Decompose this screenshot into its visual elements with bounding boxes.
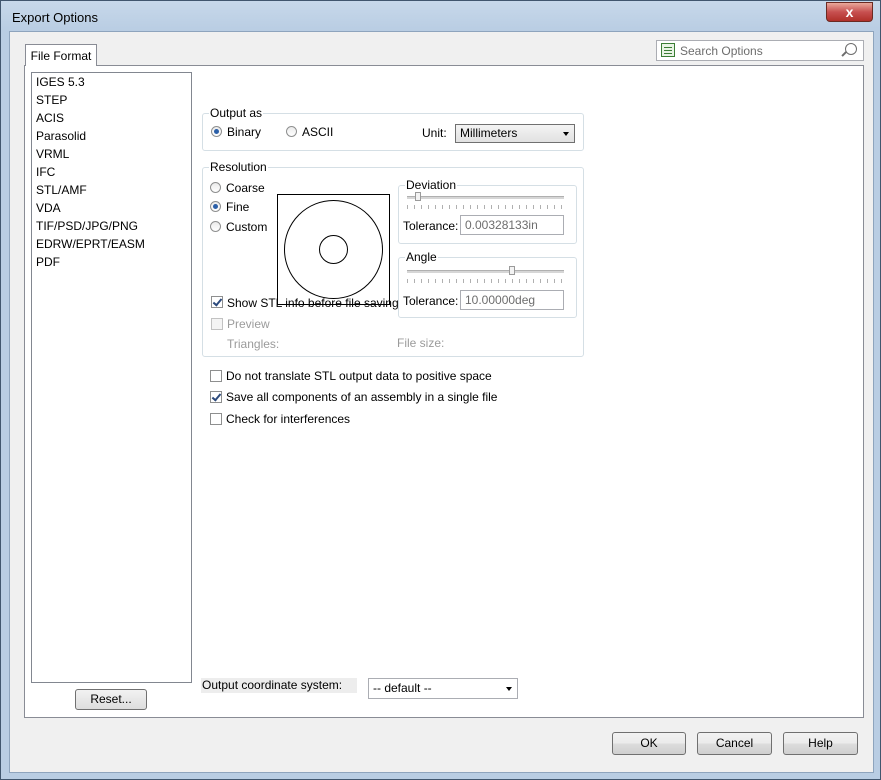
title-bar[interactable]: Export Options x [1,1,880,31]
deviation-slider-track[interactable] [407,196,564,199]
format-item-acis[interactable]: ACIS [32,109,191,127]
dialog-client-area: File Format Search Options IGES 5.3 STEP… [9,31,874,773]
angle-legend: Angle [405,250,438,264]
custom-radio[interactable] [210,221,221,232]
preview-label: Preview [227,317,270,331]
no-translate-label: Do not translate STL output data to posi… [226,369,492,383]
close-button[interactable]: x [826,2,873,22]
tab-file-format[interactable]: File Format [25,44,97,66]
show-stl-info-label: Show STL info before file saving [227,296,399,310]
format-item-iges[interactable]: IGES 5.3 [32,73,191,91]
search-input[interactable]: Search Options [680,44,763,58]
file-format-panel: IGES 5.3 STEP ACIS Parasolid VRML IFC ST… [24,65,864,718]
ascii-radio[interactable] [286,126,297,137]
unit-value: Millimeters [460,126,518,140]
binary-label: Binary [227,125,262,139]
preview-checkbox[interactable] [211,318,223,330]
unit-select[interactable]: Millimeters [455,124,575,143]
chevron-down-icon [506,687,512,691]
check-interferences-label: Check for interferences [226,412,351,426]
ascii-label: ASCII [302,125,334,139]
deviation-tolerance-input[interactable]: 0.00328133in [460,215,564,235]
fine-radio[interactable] [210,201,221,212]
help-button[interactable]: Help [783,732,858,755]
coarse-radio[interactable] [210,182,221,193]
output-as-group: Output as Binary ASCII Unit: Millimeters [202,107,584,151]
format-item-stl-amf[interactable]: STL/AMF [32,181,191,199]
export-options-window: Export Options x File Format Search Opti… [0,0,881,780]
angle-slider-ticks [407,279,564,283]
format-item-image[interactable]: TIF/PSD/JPG/PNG [32,217,191,235]
preview-circles [284,200,383,299]
reset-button[interactable]: Reset... [75,689,147,710]
deviation-slider-thumb[interactable] [415,192,421,201]
close-icon: x [845,4,854,20]
triangles-label: Triangles: [227,337,280,351]
angle-slider-thumb[interactable] [509,266,515,275]
ok-button[interactable]: OK [612,732,686,755]
binary-radio[interactable] [211,126,222,137]
file-size-label: File size: [397,336,445,350]
chevron-down-icon [563,132,569,136]
window-title: Export Options [12,10,98,25]
coarse-label: Coarse [226,181,265,195]
format-item-vrml[interactable]: VRML [32,145,191,163]
format-item-edrw[interactable]: EDRW/EPRT/EASM [32,235,191,253]
format-item-ifc[interactable]: IFC [32,163,191,181]
search-options[interactable]: Search Options [656,40,864,61]
format-item-step[interactable]: STEP [32,91,191,109]
check-interferences-checkbox[interactable] [210,413,222,425]
save-all-components-checkbox[interactable] [210,391,222,403]
deviation-legend: Deviation [405,178,458,192]
show-stl-info-checkbox[interactable] [211,296,223,308]
format-item-parasolid[interactable]: Parasolid [32,127,191,145]
no-translate-checkbox[interactable] [210,370,222,382]
format-list[interactable]: IGES 5.3 STEP ACIS Parasolid VRML IFC ST… [31,72,192,683]
format-item-pdf[interactable]: PDF [32,253,191,271]
angle-tolerance-label: Tolerance: [403,294,459,308]
search-icon[interactable] [845,43,857,55]
fine-label: Fine [226,200,250,214]
coordinate-system-select[interactable]: -- default -- [368,678,518,699]
cancel-button[interactable]: Cancel [697,732,772,755]
deviation-tolerance-label: Tolerance: [403,219,459,233]
custom-label: Custom [226,220,268,234]
deviation-slider-ticks [407,205,564,209]
resolution-legend: Resolution [209,160,268,174]
save-all-components-label: Save all components of an assembly in a … [226,390,498,404]
angle-slider-track[interactable] [407,270,564,273]
resolution-preview [277,194,390,305]
resolution-group: Resolution Coarse Fine Custom Deviation [202,161,584,357]
format-item-vda[interactable]: VDA [32,199,191,217]
options-list-icon [661,43,675,57]
coordinate-system-value: -- default -- [373,681,432,695]
output-coordinate-label: Output coordinate system: [201,678,357,693]
unit-label: Unit: [422,126,447,140]
angle-group: Angle Tolerance: 10.00000deg [398,251,577,318]
deviation-group: Deviation Tolerance: 0.00328133in [398,179,577,244]
output-as-legend: Output as [209,106,264,120]
angle-tolerance-input[interactable]: 10.00000deg [460,290,564,310]
